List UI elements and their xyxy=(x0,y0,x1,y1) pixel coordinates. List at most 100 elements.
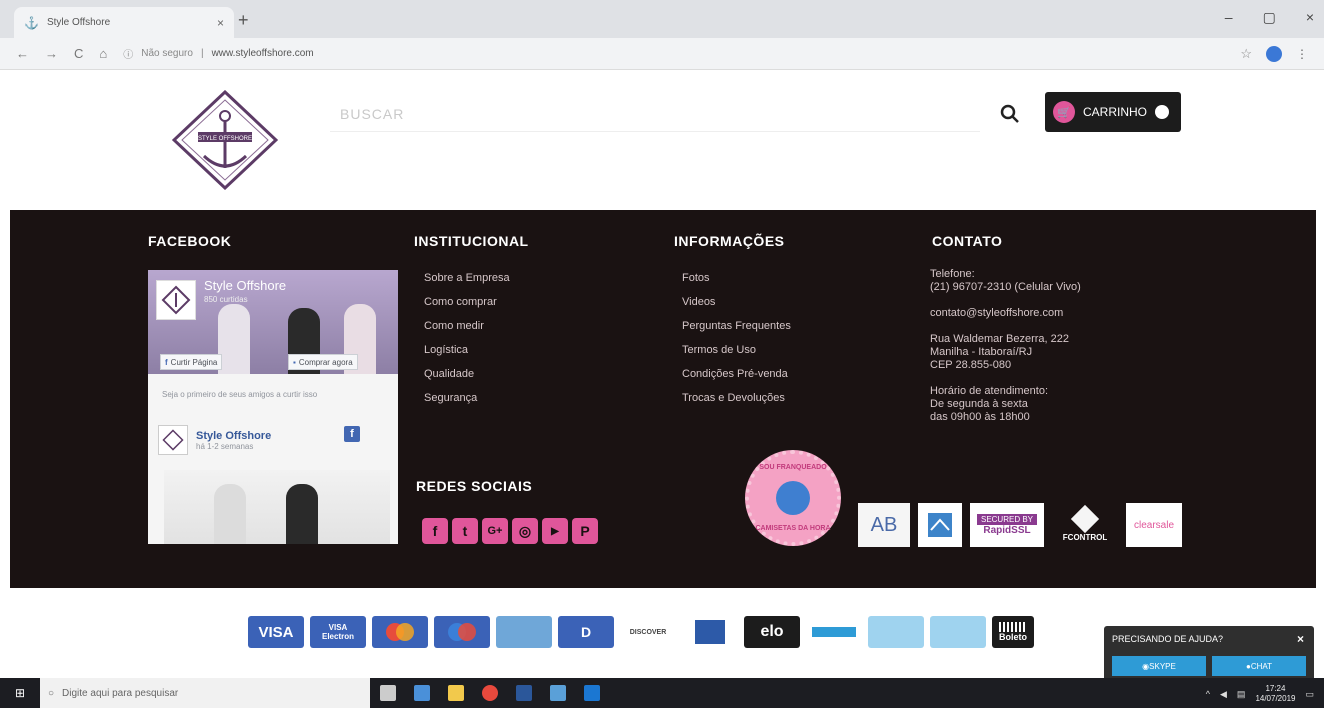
maximize-icon[interactable]: ▢ xyxy=(1263,9,1276,26)
security-label: Não seguro xyxy=(141,48,193,59)
search-icon[interactable] xyxy=(998,102,1022,126)
cart-count-badge xyxy=(1155,105,1170,119)
link-qualidade[interactable]: Qualidade xyxy=(424,362,510,386)
store-logo[interactable]: STYLE OFFSHORE xyxy=(171,89,279,191)
taskbar-search-input[interactable]: ○ Digite aqui para pesquisar xyxy=(40,678,370,708)
facebook-page-widget[interactable]: Style Offshore 850 curtidas f Curtir Pág… xyxy=(148,270,398,544)
institucional-heading: INSTITUCIONAL xyxy=(414,233,529,249)
paint-icon[interactable] xyxy=(550,685,566,701)
taskbar-search-placeholder: Digite aqui para pesquisar xyxy=(62,687,179,699)
clearsale-badge[interactable]: clearsale xyxy=(1126,503,1182,547)
facebook-friends-text: Seja o primeiro de seus amigos a curtir … xyxy=(162,390,318,399)
facebook-social-icon[interactable]: f xyxy=(422,518,448,544)
browser-tab-strip: ⚓ Style Offshore × + – ▢ × xyxy=(0,0,1324,38)
link-videos[interactable]: Videos xyxy=(682,290,791,314)
chrome-icon[interactable] xyxy=(482,685,498,701)
reload-icon[interactable]: C xyxy=(74,46,83,61)
url-field[interactable]: ⓘ Não seguro | www.styleoffshore.com xyxy=(123,46,313,61)
bank-slip-logo xyxy=(930,616,986,648)
taskbar-apps xyxy=(380,685,600,701)
system-tray: ^ ◀ ▤ 17:24 14/07/2019 ▭ xyxy=(1206,684,1314,704)
cart-label: CARRINHO xyxy=(1083,105,1148,119)
help-close-icon[interactable]: × xyxy=(1297,632,1304,646)
twitter-icon[interactable]: t xyxy=(452,518,478,544)
pinterest-icon[interactable]: P xyxy=(572,518,598,544)
profile-avatar[interactable] xyxy=(1266,46,1282,62)
svg-text:STYLE OFFSHORE: STYLE OFFSHORE xyxy=(198,136,252,142)
facebook-post-name[interactable]: Style Offshore xyxy=(196,430,271,442)
facebook-icon[interactable]: f xyxy=(344,426,360,442)
phone-number[interactable]: (21) 96707-2310 (Celular Vivo) xyxy=(930,281,1081,294)
windows-start-icon[interactable]: ⊞ xyxy=(0,678,40,708)
info-icon[interactable]: ⓘ xyxy=(123,46,133,61)
seal-bottom-text: CAMISETAS DA HORA xyxy=(755,525,831,532)
link-trocas-devolucoes[interactable]: Trocas e Devoluções xyxy=(682,386,791,410)
hours-line-2: das 09h00 às 18h00 xyxy=(930,411,1030,423)
cart-icon: 🛒 xyxy=(1053,101,1075,123)
institucional-links: Sobre a Empresa Como comprar Como medir … xyxy=(424,266,510,410)
fcontrol-badge[interactable]: FCONTROL xyxy=(1052,503,1118,547)
tab-close-icon[interactable]: × xyxy=(217,16,224,30)
bookmark-star-icon[interactable]: ☆ xyxy=(1240,46,1252,62)
link-fotos[interactable]: Fotos xyxy=(682,266,791,290)
tray-chevron-icon[interactable]: ^ xyxy=(1206,689,1210,699)
franchise-seal[interactable]: SOU FRANQUEADO CAMISETAS DA HORA xyxy=(745,450,841,546)
minimize-icon[interactable]: – xyxy=(1225,9,1233,26)
ab-badge[interactable]: AB xyxy=(858,503,910,547)
contact-email[interactable]: contato@styleoffshore.com xyxy=(930,307,1081,320)
browser-tab[interactable]: ⚓ Style Offshore × xyxy=(14,7,234,38)
task-view-icon[interactable] xyxy=(380,685,396,701)
link-como-comprar[interactable]: Como comprar xyxy=(424,290,510,314)
facebook-post-time: há 1-2 semanas xyxy=(196,441,254,451)
facebook-shop-button[interactable]: ▪ Comprar agora xyxy=(288,354,358,370)
rapidssl-badge[interactable]: SECURED BY RapidSSL xyxy=(970,503,1044,547)
facebook-post-avatar[interactable] xyxy=(158,425,188,455)
aura-logo xyxy=(806,616,862,648)
facebook-like-icon: f xyxy=(165,357,168,367)
maestro-logo xyxy=(434,616,490,648)
youtube-icon[interactable]: ▶ xyxy=(542,518,568,544)
chat-button[interactable]: ● CHAT xyxy=(1212,656,1306,676)
edge-icon[interactable] xyxy=(584,685,600,701)
skype-button[interactable]: ◉ SKYPE xyxy=(1112,656,1206,676)
word-icon[interactable] xyxy=(516,685,532,701)
address-line-3: CEP 28.855-080 xyxy=(930,359,1012,371)
home-icon[interactable]: ⌂ xyxy=(99,46,107,61)
facebook-post-photo[interactable] xyxy=(164,470,390,544)
address-line-1: Rua Waldemar Bezerra, 222 xyxy=(930,333,1069,345)
bank-transfer-logo xyxy=(868,616,924,648)
link-perguntas-frequentes[interactable]: Perguntas Frequentes xyxy=(682,314,791,338)
facebook-page-name[interactable]: Style Offshore xyxy=(204,278,286,293)
forward-icon[interactable]: → xyxy=(45,46,58,61)
link-como-medir[interactable]: Como medir xyxy=(424,314,510,338)
new-tab-icon[interactable]: + xyxy=(238,10,249,31)
link-termos-de-uso[interactable]: Termos de Uso xyxy=(682,338,791,362)
security-shield-badge[interactable] xyxy=(918,503,962,547)
cart-button[interactable]: 🛒 CARRINHO xyxy=(1045,92,1181,132)
photos-icon[interactable] xyxy=(414,685,430,701)
instagram-icon[interactable]: ◎ xyxy=(512,518,538,544)
link-logistica[interactable]: Logística xyxy=(424,338,510,362)
back-icon[interactable]: ← xyxy=(16,46,29,61)
network-icon[interactable]: ▤ xyxy=(1237,689,1246,700)
browser-menu-icon[interactable]: ⋮ xyxy=(1296,47,1308,61)
fcontrol-icon xyxy=(1070,504,1100,533)
clock[interactable]: 17:24 14/07/2019 xyxy=(1255,684,1295,704)
link-seguranca[interactable]: Segurança xyxy=(424,386,510,410)
window-controls: – ▢ × xyxy=(1225,9,1314,26)
facebook-like-button[interactable]: f Curtir Página xyxy=(160,354,223,370)
diners-logo: D xyxy=(558,616,614,648)
link-condicoes-pre-venda[interactable]: Condições Pré-venda xyxy=(682,362,791,386)
notifications-icon[interactable]: ▭ xyxy=(1305,689,1314,700)
search-input[interactable]: BUSCAR xyxy=(330,96,980,132)
cortana-icon: ○ xyxy=(48,687,55,699)
seal-top-text: SOU FRANQUEADO xyxy=(759,464,827,471)
volume-icon[interactable]: ◀ xyxy=(1220,689,1227,700)
link-sobre-empresa[interactable]: Sobre a Empresa xyxy=(424,266,510,290)
close-window-icon[interactable]: × xyxy=(1306,9,1314,26)
file-explorer-icon[interactable] xyxy=(448,685,464,701)
shop-icon: ▪ xyxy=(293,357,296,367)
seal-mascot-icon xyxy=(776,481,810,515)
facebook-page-logo[interactable] xyxy=(156,280,196,320)
google-plus-icon[interactable]: G+ xyxy=(482,518,508,544)
